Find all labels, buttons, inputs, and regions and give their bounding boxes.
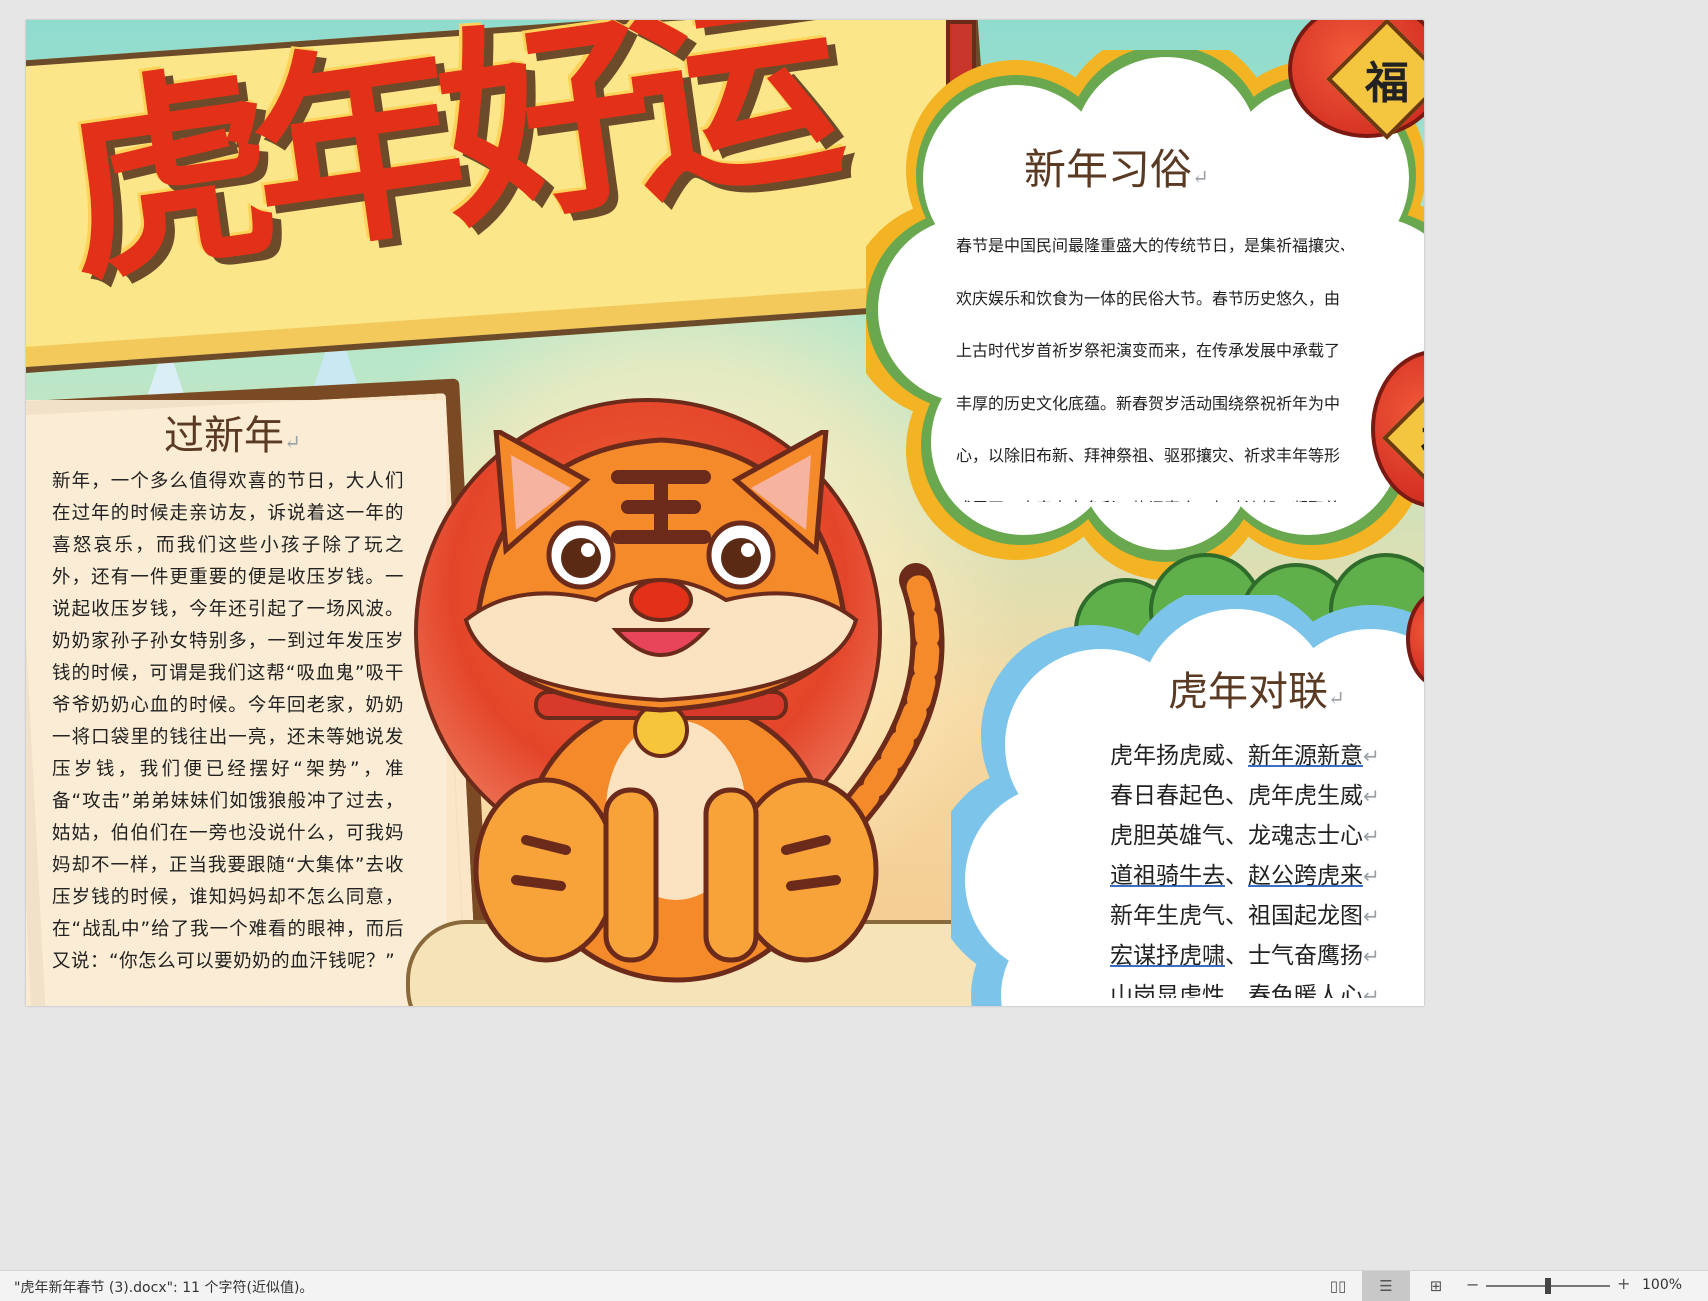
print-layout-icon[interactable]: ☰	[1362, 1271, 1410, 1301]
customs-line: 式展开，内容丰富多彩，热闹喜庆，年味浓郁，凝聚着	[956, 483, 1344, 503]
paragraph-mark: ↵	[1363, 904, 1380, 928]
zoom-level[interactable]: 100%	[1642, 1277, 1682, 1293]
couplet-separator: 、	[1225, 863, 1248, 889]
couplet-separator: 、	[1225, 903, 1248, 929]
couplet-line: 宏谋抒虎啸、士气奋鹰扬↵	[1110, 936, 1410, 976]
zoom-in-button[interactable]: +	[1617, 1274, 1630, 1293]
couplet-line: 山岗显虎性、春色暖人心↵	[1110, 976, 1410, 998]
couplet-line: 春日春起色、虎年虎生威↵	[1110, 776, 1410, 816]
couplet-line: 虎年扬虎威、新年源新意↵	[1110, 736, 1410, 776]
web-layout-icon[interactable]: ⊞	[1426, 1277, 1446, 1295]
couplet-line: 道祖骑牛去、赵公跨虎来↵	[1110, 856, 1410, 896]
couplet-first-half: 虎胆英雄气	[1110, 823, 1225, 849]
couplet-second-half: 龙魂志士心	[1248, 823, 1363, 849]
customs-line: 丰厚的历史文化底蕴。新春贺岁活动围绕祭祝祈年为中	[956, 393, 1341, 413]
couplet-first-half: 虎年扬虎威	[1110, 743, 1225, 769]
customs-heading[interactable]: 新年习俗↵	[1024, 142, 1284, 198]
customs-line: 欢庆娱乐和饮食为一体的民俗大节。春节历史悠久，由	[956, 288, 1341, 308]
paragraph-mark: ↵	[1363, 824, 1380, 848]
couplet-second-half: 士气奋鹰扬	[1248, 943, 1363, 969]
couplet-first-half: 新年生虎气	[1110, 903, 1225, 929]
status-bar: "虎年新年春节 (3).docx": 11 个字符(近似值)。 ▯▯ ☰ ⊞ −…	[0, 1270, 1708, 1301]
read-mode-icon[interactable]: ▯▯	[1328, 1277, 1348, 1295]
customs-body[interactable]: 春节是中国民间最隆重盛大的传统节日，是集祈福攘灾、 欢庆娱乐和饮食为一体的民俗大…	[956, 220, 1344, 502]
customs-line: 心，以除旧布新、拜神祭祖、驱邪攘灾、祈求丰年等形	[956, 446, 1341, 465]
couplets-heading[interactable]: 虎年对联↵	[1168, 664, 1368, 720]
document-workspace: 虎年好运 过新年↵ 新年，一个多么值得欢喜的节日，大人们在过年的时候走亲访友，诉…	[0, 0, 1708, 1270]
document-page[interactable]: 虎年好运 过新年↵ 新年，一个多么值得欢喜的节日，大人们在过年的时候走亲访友，诉…	[26, 20, 1424, 1006]
left-section-body[interactable]: 新年，一个多么值得欢喜的节日，大人们在过年的时候走亲访友，诉说着这一年的喜怒哀乐…	[52, 466, 404, 996]
customs-line: 春节是中国民间最隆重盛大的传统节日，是集祈福攘灾、	[956, 236, 1344, 255]
paragraph-mark: ↵	[1363, 784, 1380, 808]
couplets-list[interactable]: 虎年扬虎威、新年源新意↵ 春日春起色、虎年虎生威↵ 虎胆英雄气、龙魂志士心↵ 道祖骑牛…	[1110, 736, 1410, 998]
left-section-heading[interactable]: 过新年↵	[164, 408, 464, 464]
couplet-separator: 、	[1225, 743, 1248, 769]
couplet-separator: 、	[1225, 783, 1248, 809]
couplet-second-half: 春色暖人心	[1248, 983, 1363, 998]
couplet-first-half: 春日春起色	[1110, 783, 1225, 809]
couplet-first-half: 宏谋抒虎啸	[1110, 943, 1225, 969]
zoom-out-button[interactable]: −	[1466, 1275, 1479, 1294]
couplet-second-half: 新年源新意	[1248, 743, 1363, 769]
couplet-line: 虎胆英雄气、龙魂志士心↵	[1110, 816, 1410, 856]
couplet-second-half: 祖国起龙图	[1248, 903, 1363, 929]
couplet-second-half: 虎年虎生威	[1248, 783, 1363, 809]
couplet-separator: 、	[1225, 943, 1248, 969]
zoom-slider-thumb[interactable]	[1545, 1278, 1551, 1294]
couplet-separator: 、	[1225, 983, 1248, 998]
couplet-first-half: 道祖骑牛去	[1110, 863, 1225, 889]
paragraph-mark: ↵	[1363, 984, 1380, 998]
couplet-second-half: 赵公跨虎来	[1248, 863, 1363, 889]
word-count-status[interactable]: "虎年新年春节 (3).docx": 11 个字符(近似值)。	[14, 1277, 313, 1297]
couplet-first-half: 山岗显虎性	[1110, 983, 1225, 998]
couplet-separator: 、	[1225, 823, 1248, 849]
paragraph-mark: ↵	[1363, 744, 1380, 768]
customs-line: 上古时代岁首祈岁祭祀演变而来，在传承发展中承载了	[956, 341, 1341, 360]
paragraph-mark: ↵	[1363, 944, 1380, 968]
couplet-line: 新年生虎气、祖国起龙图↵	[1110, 896, 1410, 936]
paragraph-mark: ↵	[1363, 864, 1380, 888]
